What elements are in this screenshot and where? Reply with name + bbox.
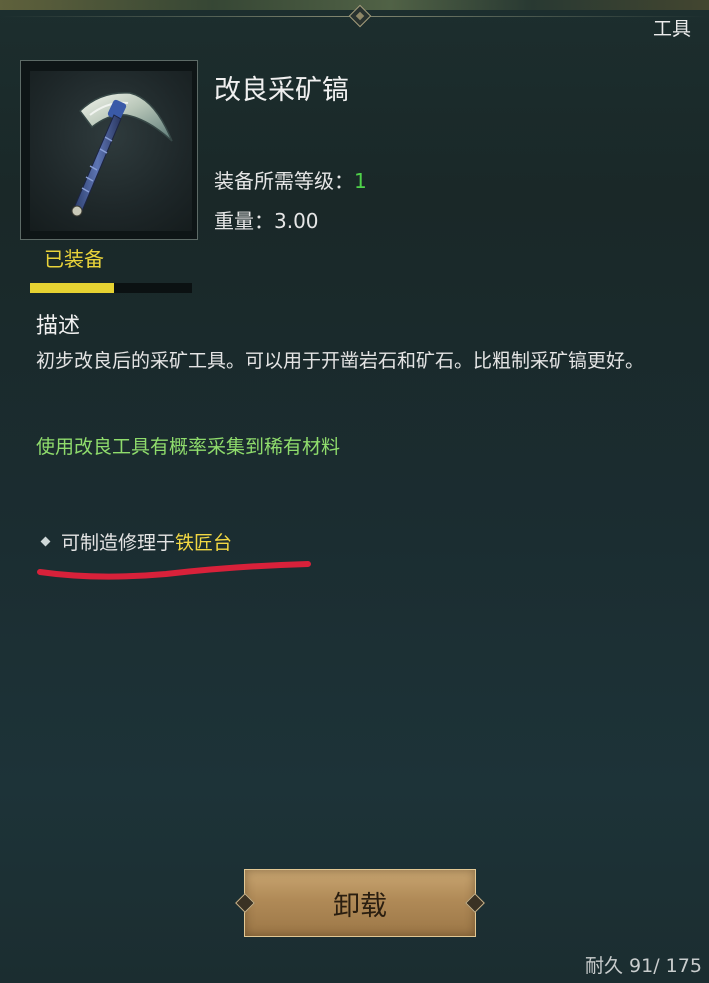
equipped-label: 已装备 — [44, 247, 104, 271]
button-left-ornament — [235, 893, 255, 913]
required-level-label: 装备所需等级： — [214, 169, 354, 193]
bullet-diamond-icon — [40, 536, 51, 547]
crafting-location: 铁匠台 — [175, 532, 233, 554]
weight-row: 重量：3.00 — [214, 205, 319, 234]
pickaxe-icon — [30, 71, 192, 231]
crafting-station-row: 可制造修理于 铁匠台 — [40, 528, 233, 555]
unequip-button[interactable]: 卸载 — [235, 869, 485, 937]
durability-bar-fill — [30, 283, 115, 293]
description-text: 初步改良后的采矿工具。可以用于开凿岩石和矿石。比粗制采矿镐更好。 — [36, 350, 645, 372]
required-level-row: 装备所需等级：1 — [214, 165, 367, 194]
item-icon-frame[interactable] — [20, 60, 198, 293]
required-level-value: 1 — [354, 169, 367, 193]
red-underline-annotation — [37, 561, 311, 580]
description-title: 描述 — [36, 314, 81, 339]
weight-value: 3.00 — [274, 209, 319, 233]
unequip-button-label: 卸载 — [333, 890, 387, 922]
item-category: 工具 — [652, 18, 691, 40]
bonus-effect-text: 使用改良工具有概率采集到稀有材料 — [36, 436, 341, 458]
crafting-prefix: 可制造修理于 — [61, 532, 176, 554]
durability-bar — [30, 283, 192, 293]
weight-label: 重量： — [214, 209, 274, 233]
durability-readout: 耐久 91/ 175 — [585, 955, 702, 977]
button-right-ornament — [465, 893, 485, 913]
item-name: 改良采矿镐 — [214, 75, 349, 106]
